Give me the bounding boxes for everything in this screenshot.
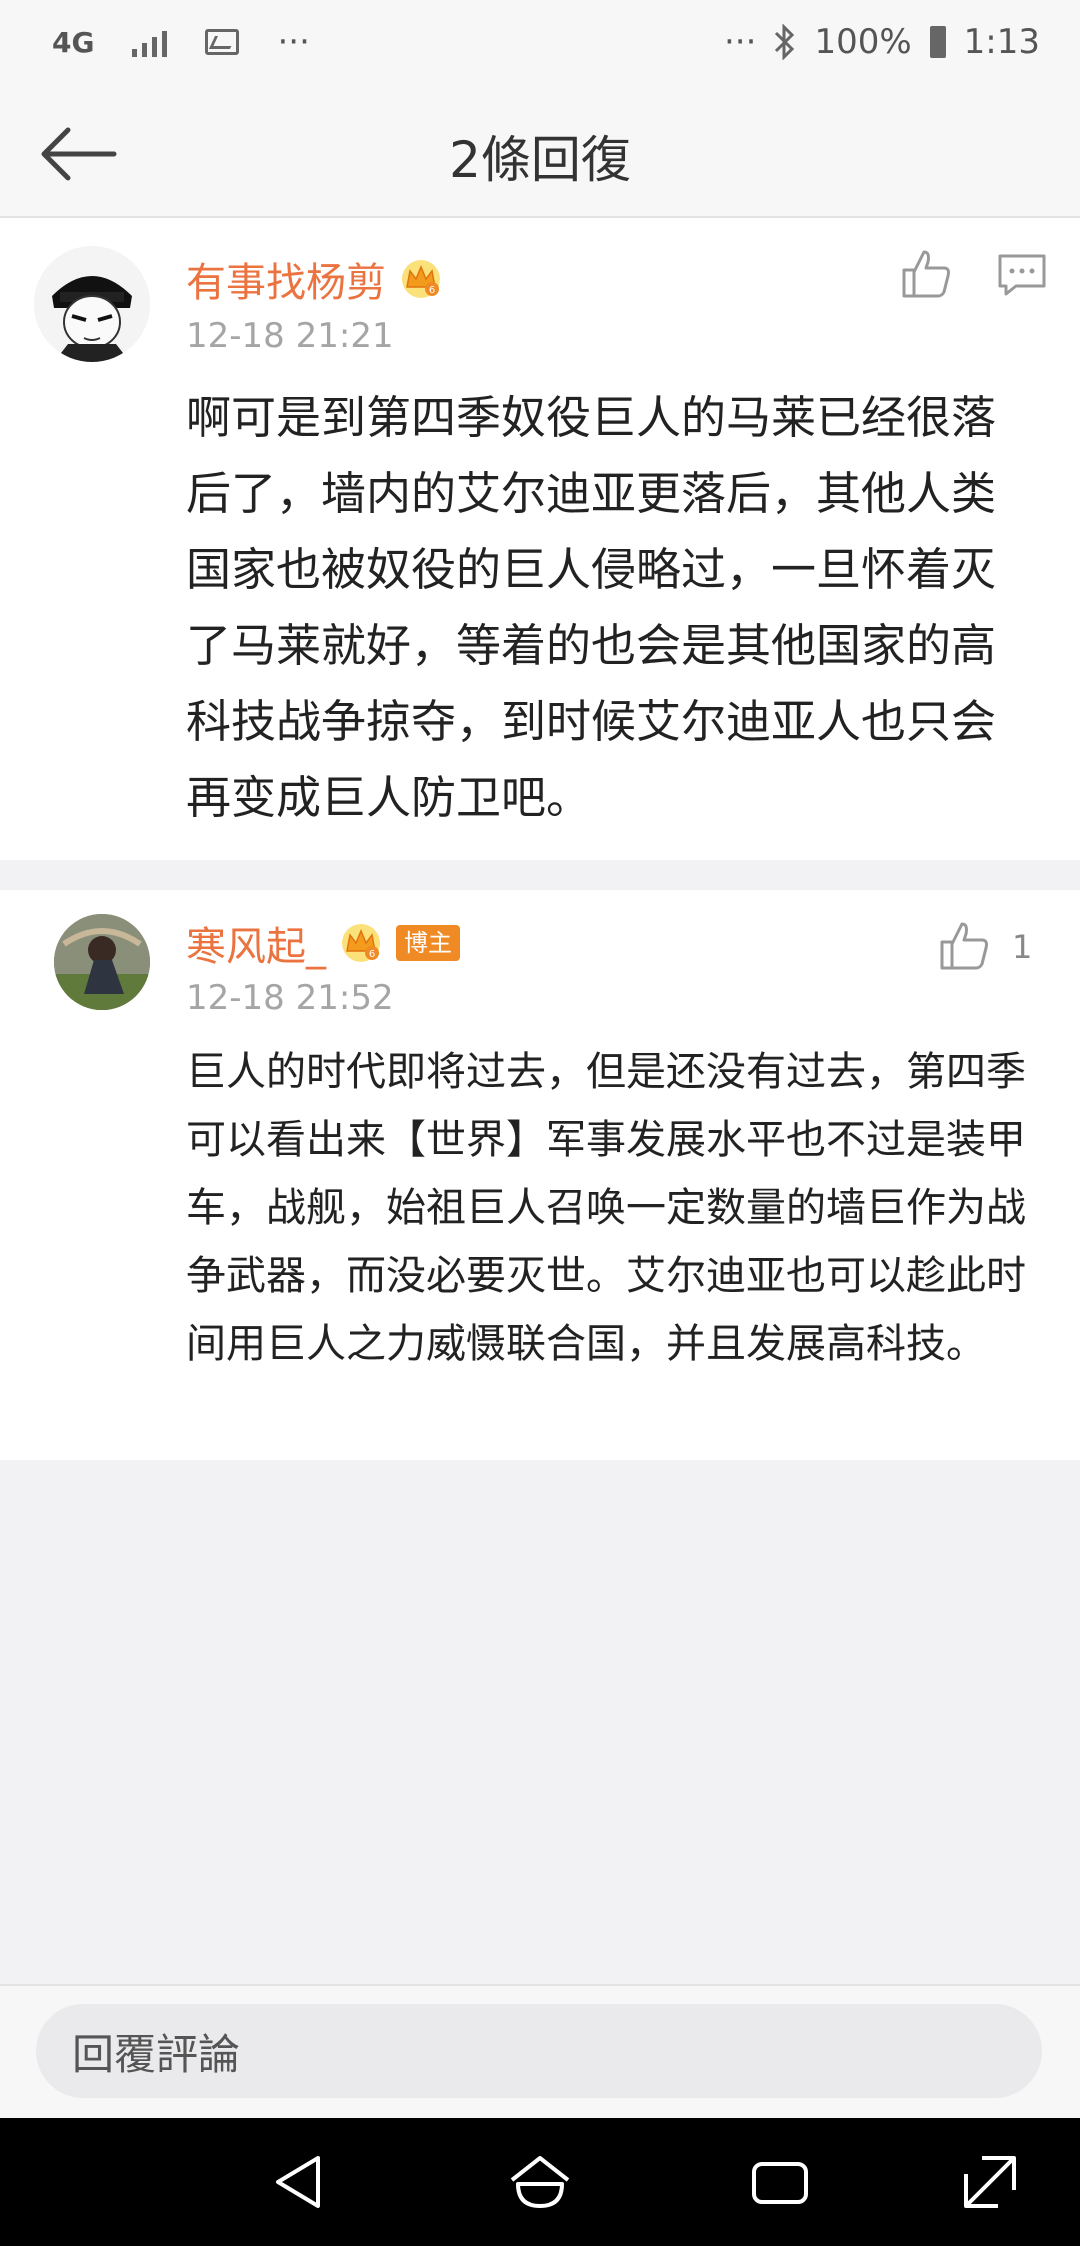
battery-percent: 100% — [814, 22, 912, 62]
svg-text:6: 6 — [369, 949, 375, 960]
more-icon: ··· — [724, 22, 757, 62]
nav-recents-button[interactable] — [748, 2150, 812, 2214]
avatar-image — [54, 914, 150, 1010]
reply-input[interactable]: 回覆評論 — [36, 2004, 1042, 2098]
vip-crown-icon: 6 — [402, 260, 440, 298]
network-type: 4G — [52, 25, 95, 59]
avatar[interactable] — [54, 914, 150, 1010]
header: 2條回復 — [0, 88, 1080, 218]
more-notifications-icon: ··· — [277, 22, 310, 62]
like-count: 1 — [1012, 928, 1033, 966]
thumbs-up-icon — [902, 250, 950, 298]
home-icon — [510, 2156, 570, 2208]
svg-text:6: 6 — [429, 285, 435, 296]
username-text: 寒风起_ — [186, 924, 326, 970]
page-title: 2條回復 — [449, 131, 631, 189]
signal-icon — [132, 27, 168, 57]
like-button[interactable] — [934, 916, 994, 976]
vip-crown-icon: 6 — [342, 924, 380, 962]
recents-icon — [752, 2162, 808, 2204]
comment-item: 有事找杨剪 6 12-18 21:21 啊可是到第四季奴役巨人的马莱已经很落后了… — [0, 218, 1080, 860]
reply-button[interactable] — [996, 248, 1048, 300]
nav-back-button[interactable] — [268, 2150, 332, 2214]
bluetooth-icon — [775, 24, 795, 60]
image-notification-icon — [205, 29, 240, 55]
comment-item: 寒风起_ 6 博主 12-18 21:52 1 巨人的时代即将过去，但是还没有过… — [0, 890, 1080, 1460]
expand-icon — [964, 2156, 1016, 2208]
comment-icon — [998, 254, 1046, 296]
reply-bar: 回覆評論 — [0, 1984, 1080, 2120]
comment-time: 12-18 21:21 — [186, 316, 394, 356]
username-text: 有事找杨剪 — [186, 260, 386, 306]
thumbs-up-icon — [940, 922, 988, 970]
nav-home-button[interactable] — [508, 2150, 572, 2214]
avatar-image — [34, 246, 150, 362]
comment-text: 啊可是到第四季奴役巨人的马莱已经很落后了，墙内的艾尔迪亚更落后，其他人类国家也被… — [186, 391, 997, 824]
username[interactable]: 寒风起_ 6 博主 — [186, 914, 460, 972]
like-button[interactable] — [896, 244, 956, 304]
clock: 1:13 — [963, 22, 1040, 62]
avatar[interactable] — [34, 246, 150, 362]
comment-text: 巨人的时代即将过去，但是还没有过去，第四季可以看出来【世界】军事发展水平也不过是… — [186, 1049, 1026, 1367]
comment-time: 12-18 21:52 — [186, 978, 394, 1018]
battery-icon — [929, 26, 946, 58]
triangle-back-icon — [276, 2156, 320, 2208]
status-bar: 4G ··· ··· 100% 1:13 — [0, 0, 1080, 88]
navigation-bar — [0, 2118, 1080, 2246]
blogger-badge: 博主 — [396, 925, 460, 961]
username[interactable]: 有事找杨剪 6 — [186, 250, 442, 308]
nav-expand-button[interactable] — [958, 2150, 1022, 2214]
